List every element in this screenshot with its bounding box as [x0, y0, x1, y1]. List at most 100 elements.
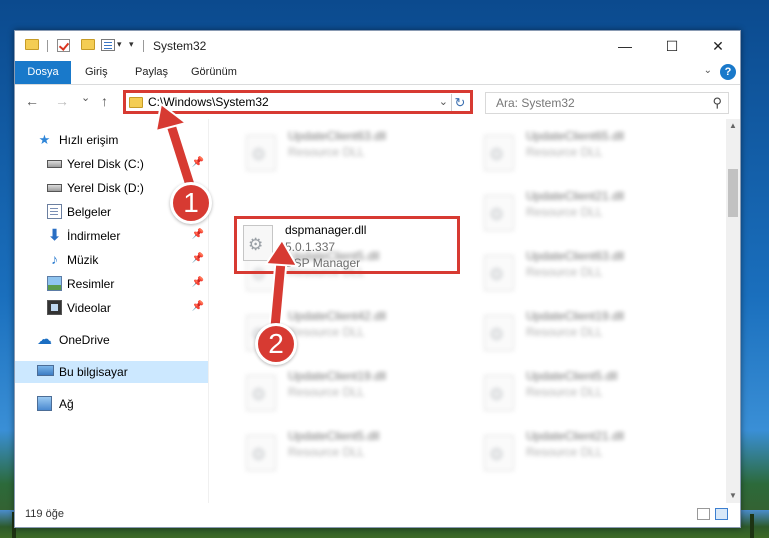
sidebar-item-network[interactable]: Ağ: [15, 393, 208, 415]
file-type: Resource DLL: [526, 145, 603, 159]
search-input[interactable]: Ara: System32 ⚲: [485, 92, 729, 114]
scroll-down-icon[interactable]: ▼: [726, 489, 740, 503]
divider: [47, 40, 48, 52]
download-icon: ⬇: [48, 227, 61, 244]
item-count: 119 öğe: [25, 508, 64, 520]
sidebar-item-downloads[interactable]: ⬇ İndirmeler 📌: [15, 225, 208, 247]
list-item[interactable]: UpdateClient21.dll Resource DLL: [474, 183, 704, 237]
new-folder-icon[interactable]: [81, 39, 95, 50]
sidebar-item-onedrive[interactable]: ☁ OneDrive: [15, 329, 208, 351]
dll-file-icon: [484, 255, 514, 291]
help-icon[interactable]: ?: [720, 64, 736, 80]
list-item[interactable]: UpdateClient21.dll Resource DLL: [474, 423, 704, 477]
sidebar-item-label: İndirmeler: [67, 229, 121, 243]
sidebar-item-this-pc[interactable]: Bu bilgisayar: [15, 361, 208, 383]
file-type: Resource DLL: [526, 385, 603, 399]
sidebar-item-label: Bu bilgisayar: [59, 365, 128, 379]
vertical-scrollbar[interactable]: ▲ ▼: [726, 119, 740, 503]
pin-icon: 📌: [191, 157, 204, 168]
list-item[interactable]: UpdateClient65.dll Resource DLL: [474, 123, 704, 177]
file-list: UpdateClient63.dll Resource DLL UpdateCl…: [210, 119, 726, 503]
dll-file-icon: [484, 315, 514, 351]
sidebar-item-label: Yerel Disk (D:): [67, 181, 144, 195]
recent-locations-button[interactable]: ⌄: [81, 91, 90, 104]
star-icon: ★: [38, 132, 51, 147]
chevron-down-icon[interactable]: ▾: [117, 39, 122, 50]
network-icon: [37, 396, 52, 411]
dll-file-icon: [484, 375, 514, 411]
pin-icon: 📌: [191, 229, 204, 240]
computer-icon: [37, 365, 54, 376]
file-type: Resource DLL: [288, 145, 365, 159]
maximize-button[interactable]: ☐: [649, 31, 695, 61]
sidebar-item-quick-access[interactable]: ★ Hızlı erişim: [15, 129, 208, 151]
file-name: UpdateClient21.dll: [526, 429, 625, 443]
dll-file-icon: [484, 195, 514, 231]
list-item[interactable]: UpdateClient5.dll Resource DLL: [474, 363, 704, 417]
divider: [143, 40, 144, 52]
list-item[interactable]: UpdateClient63.dll Resource DLL: [474, 243, 704, 297]
list-item[interactable]: UpdateClient19.dll Resource DLL: [236, 363, 466, 417]
file-type: Resource DLL: [288, 385, 365, 399]
file-name: UpdateClient21.dll: [526, 189, 625, 203]
file-type: Resource DLL: [526, 205, 603, 219]
tab-giris[interactable]: Giriş: [75, 61, 118, 84]
status-bar: 119 öğe: [15, 503, 740, 527]
sidebar-item-label: Müzik: [67, 253, 99, 267]
close-button[interactable]: ✕: [695, 31, 741, 61]
minimize-button[interactable]: —: [602, 31, 648, 61]
list-item[interactable]: UpdateClient63.dll Resource DLL: [236, 123, 466, 177]
pin-icon: 📌: [191, 253, 204, 264]
list-item[interactable]: UpdateClient19.dll Resource DLL: [474, 303, 704, 357]
file-version: 5.0.1.337: [285, 240, 336, 254]
pictures-icon: [47, 276, 62, 291]
sidebar-item-label: Hızlı erişim: [59, 133, 119, 147]
navigation-pane: ★ Hızlı erişim Yerel Disk (C:) 📌 Yerel D…: [15, 119, 209, 503]
search-icon[interactable]: ⚲: [712, 95, 722, 111]
address-bar[interactable]: C:\Windows\System32 ⌄ ↻: [123, 90, 473, 114]
list-item[interactable]: UpdateClient5.dll Resource DLL: [236, 423, 466, 477]
sidebar-item-label: Belgeler: [67, 205, 112, 219]
dll-file-icon: [246, 135, 276, 171]
palm-silhouette: [750, 514, 754, 538]
search-placeholder: Ara: System32: [496, 96, 575, 110]
tab-paylas[interactable]: Paylaş: [125, 61, 178, 84]
scroll-thumb[interactable]: [728, 169, 738, 217]
document-icon: [47, 204, 62, 219]
disk-icon: [47, 184, 62, 192]
dll-file-icon: [243, 225, 273, 261]
scroll-up-icon[interactable]: ▲: [726, 119, 740, 133]
customize-icon[interactable]: [101, 39, 115, 51]
chevron-down-icon[interactable]: ⌄: [439, 95, 448, 108]
file-name: UpdateClient42.dll: [288, 309, 387, 323]
highlighted-file-dspmanager[interactable]: dspmanager.dll 5.0.1.337 DSP Manager: [234, 216, 460, 274]
expand-ribbon-icon[interactable]: ⌄: [704, 65, 712, 76]
sidebar-item-music[interactable]: ♪ Müzik 📌: [15, 249, 208, 271]
up-button[interactable]: ↑: [101, 93, 108, 109]
file-type: Resource DLL: [526, 265, 603, 279]
forward-button[interactable]: →: [55, 93, 69, 109]
quick-access-dropdown-icon[interactable]: ▾: [129, 39, 134, 50]
sidebar-item-label: Yerel Disk (C:): [67, 157, 144, 171]
tab-gorunum[interactable]: Görünüm: [181, 61, 247, 84]
back-button[interactable]: ←: [25, 93, 39, 109]
file-name: UpdateClient5.dll: [288, 429, 380, 443]
sidebar-item-label: Resimler: [67, 277, 115, 291]
file-description: DSP Manager: [285, 256, 361, 270]
sidebar-item-videos[interactable]: Videolar 📌: [15, 297, 208, 319]
sidebar-item-label: Ağ: [59, 397, 74, 411]
sidebar-item-disk-c[interactable]: Yerel Disk (C:) 📌: [15, 153, 208, 175]
cloud-icon: ☁: [37, 331, 52, 348]
address-path[interactable]: C:\Windows\System32: [148, 95, 269, 109]
details-view-icon[interactable]: [697, 508, 710, 520]
refresh-icon[interactable]: ↻: [451, 94, 468, 111]
dll-file-icon: [484, 435, 514, 471]
disk-icon: [47, 160, 62, 168]
properties-check-icon[interactable]: [57, 39, 70, 52]
tab-dosya[interactable]: Dosya: [15, 61, 71, 84]
file-name: UpdateClient63.dll: [288, 129, 387, 143]
file-explorer-window: ▾ ▾ System32 — ☐ ✕ Dosya Giriş Paylaş Gö…: [14, 30, 741, 528]
large-icons-view-icon[interactable]: [715, 508, 728, 520]
sidebar-item-pictures[interactable]: Resimler 📌: [15, 273, 208, 295]
file-name: UpdateClient5.dll: [526, 369, 618, 383]
